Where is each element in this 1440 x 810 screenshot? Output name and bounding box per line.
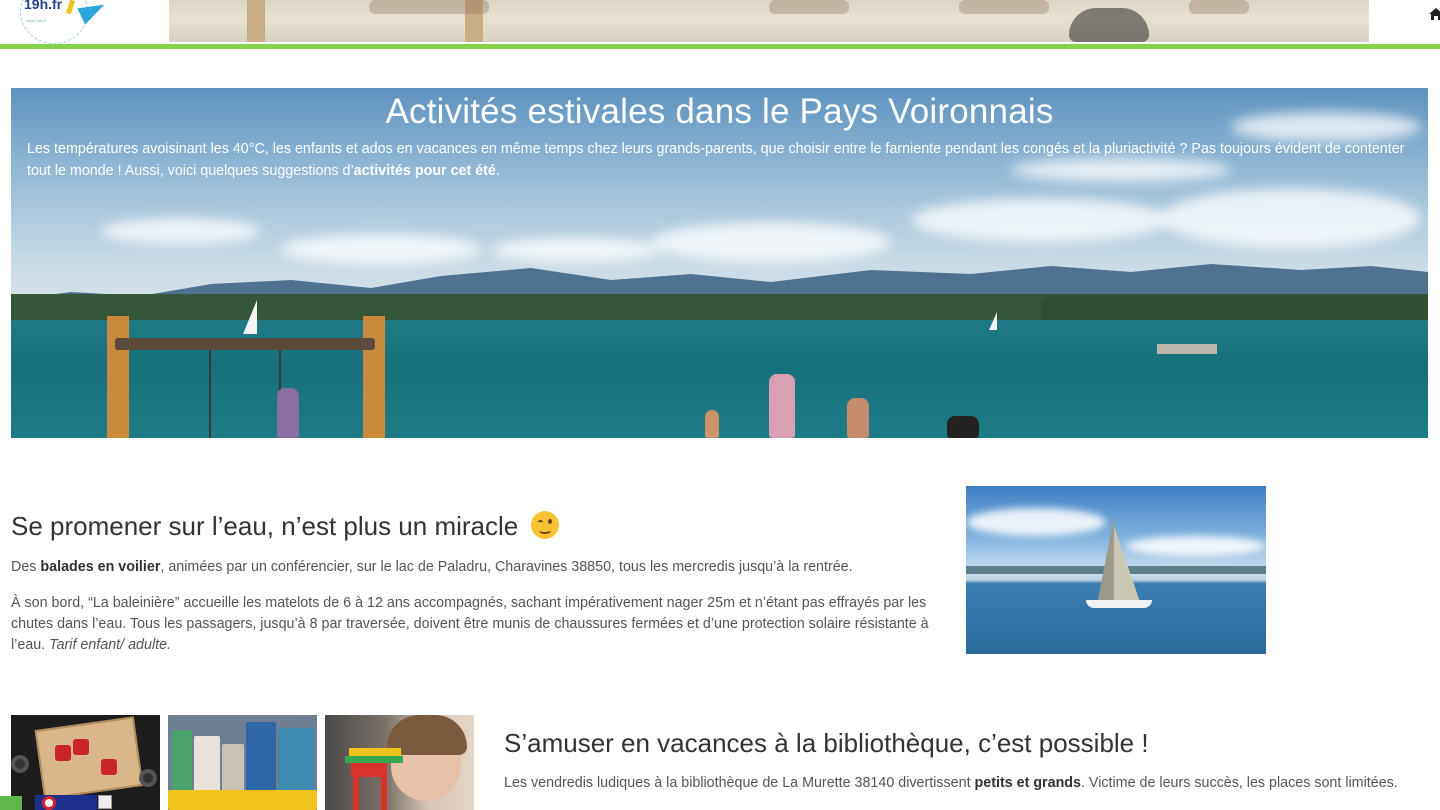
cloud <box>491 238 661 262</box>
beach-bag <box>947 416 979 438</box>
banner-post <box>247 0 265 42</box>
page-title: Activités estivales dans le Pays Voironn… <box>385 92 1054 131</box>
beach-person <box>847 398 869 438</box>
home-icon[interactable] <box>1429 8 1440 20</box>
toy-block <box>351 763 387 777</box>
toy-block <box>381 777 387 810</box>
board-game-thumbnail[interactable] <box>11 715 160 810</box>
swing-post <box>107 316 129 438</box>
section-body-boat: Des balades en voilier, animées par un c… <box>11 557 941 671</box>
intro-highlight: activités pour cet été <box>353 163 496 179</box>
section-body-library: Les vendredis ludiques à la bibliothèque… <box>504 773 1404 794</box>
sail <box>1098 516 1114 600</box>
sail <box>1114 526 1140 602</box>
paragraph: Des balades en voilier, animées par un c… <box>11 557 941 578</box>
toy-block <box>353 777 359 810</box>
banner-people <box>959 0 1049 14</box>
header-banner-image <box>169 0 1369 42</box>
intro-end: . <box>495 163 500 179</box>
hero-banner: Activités estivales dans le Pays Voironn… <box>11 88 1428 438</box>
game-board <box>34 716 144 800</box>
beach-person <box>277 388 299 438</box>
text: Les vendredis ludiques à la bibliothèque… <box>504 775 975 791</box>
banner-people <box>1189 0 1249 14</box>
bold-text: balades en voilier <box>40 559 161 575</box>
game-piece <box>139 769 157 787</box>
book-shelf-front <box>168 790 317 810</box>
site-logo[interactable]: 19h.fr www.19h.fr <box>18 0 118 46</box>
intro-text: Les températures avoisinant les 40°C, le… <box>27 141 1405 179</box>
banner-people <box>369 0 489 14</box>
paragraph: À son bord, “La baleinière” accueille le… <box>11 593 941 656</box>
sailboat <box>243 300 257 334</box>
child-blocks-thumbnail[interactable] <box>325 715 474 810</box>
sailboat-photo <box>966 486 1266 654</box>
cloud <box>911 198 1171 242</box>
text: , animées par un conférencier, sur le la… <box>160 559 853 575</box>
floating-raft <box>1157 344 1217 354</box>
sailboat <box>989 312 997 330</box>
italic-text: Tarif enfant/ adulte. <box>49 637 172 653</box>
cloud <box>966 508 1106 536</box>
banner-shadow <box>1069 8 1149 42</box>
game-piece <box>55 745 71 761</box>
beach-person <box>769 374 795 438</box>
toy-block <box>345 756 403 763</box>
toy-block <box>349 748 401 756</box>
logo-text: 19h.fr <box>24 0 63 12</box>
text: Des <box>11 559 41 575</box>
books-thumbnail[interactable] <box>168 715 317 810</box>
boat-hull <box>1086 600 1152 608</box>
bold-text: petits et grands <box>974 775 1081 791</box>
game-piece <box>11 755 29 773</box>
section-title-boat: Se promener sur l’eau, n’est plus un mir… <box>11 511 560 542</box>
game-piece <box>101 759 117 775</box>
beach-person <box>705 410 719 438</box>
paragraph: Les vendredis ludiques à la bibliothèque… <box>504 773 1404 794</box>
section-title-text: Se promener sur l’eau, n’est plus un mir… <box>11 511 519 541</box>
header-divider <box>0 44 1440 49</box>
section-title-library: S’amuser en vacances à la bibliothèque, … <box>504 728 1149 758</box>
banner-people <box>769 0 849 14</box>
cloud <box>651 222 891 262</box>
site-header: 19h.fr www.19h.fr <box>0 0 1440 50</box>
winking-face-icon <box>531 511 560 539</box>
text: . Victime de leurs succès, les places so… <box>1080 775 1398 791</box>
cloud <box>1161 188 1421 248</box>
hero-intro: Les températures avoisinant les 40°C, le… <box>27 138 1417 182</box>
swing-bar <box>115 338 375 350</box>
logo-badge-icon <box>42 796 56 810</box>
cloud <box>1126 536 1266 556</box>
cookie-consent-tab[interactable] <box>0 796 22 810</box>
swing-post <box>363 316 385 438</box>
cloud <box>101 218 261 244</box>
logo-tagline: www.19h.fr <box>26 18 46 23</box>
swing-chain <box>209 350 211 438</box>
small-logo-icon <box>98 795 112 809</box>
game-piece <box>73 739 89 755</box>
